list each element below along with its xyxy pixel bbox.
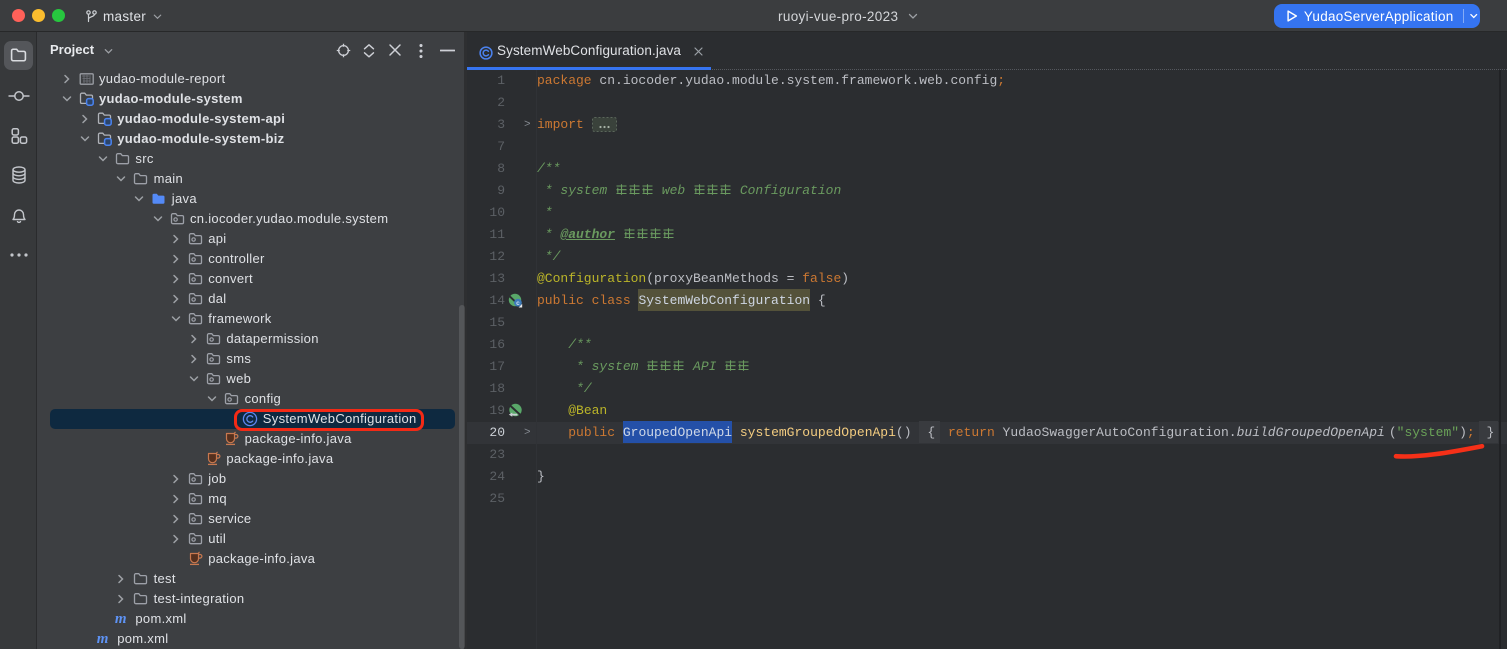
svg-text:c: c [516, 300, 520, 307]
